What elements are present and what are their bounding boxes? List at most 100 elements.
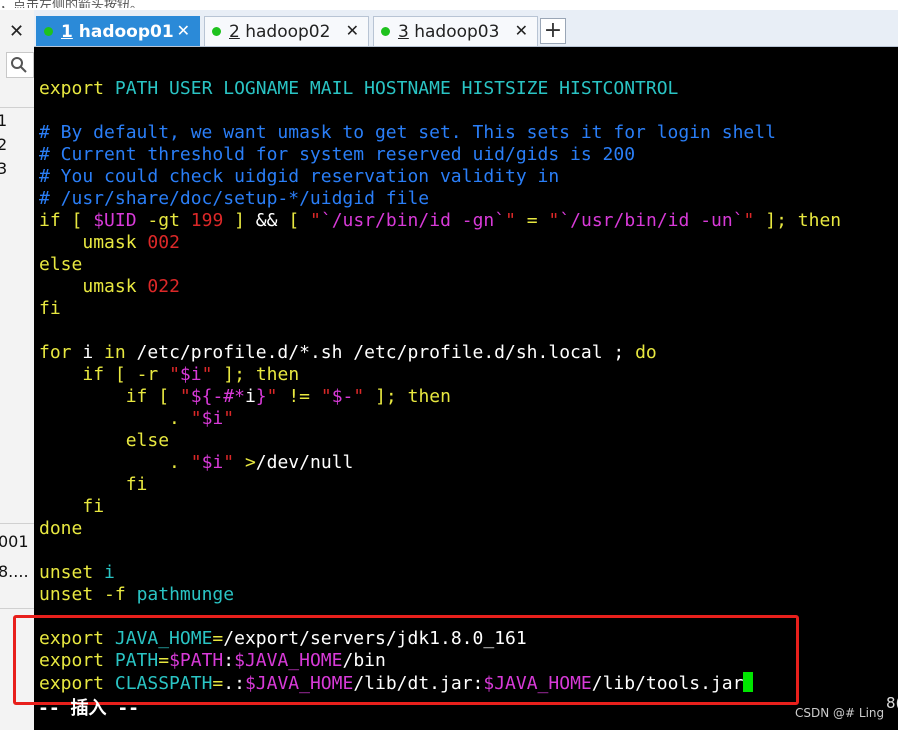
sidebar-session-item[interactable]: 001 [0, 532, 29, 551]
tab-hadoop01[interactable]: 1 hadoop01 ✕ [36, 16, 200, 46]
connected-status-icon [44, 27, 53, 36]
terminal-token: " [179, 386, 191, 407]
close-tab-icon[interactable]: ✕ [177, 21, 190, 40]
terminal-token: $- [331, 386, 354, 407]
terminal-token: $i [201, 452, 224, 473]
terminal-token: && [244, 210, 289, 231]
terminal-line: if [ -r "$i" ]; then [39, 364, 841, 386]
terminal-token: /etc/profile.d/*.sh /etc/profile.d/sh.lo… [125, 342, 636, 363]
search-button[interactable] [6, 52, 34, 78]
sidebar-session-item[interactable]: 8.... [0, 562, 29, 581]
terminal-line: unset i [39, 562, 841, 584]
terminal-token: [ [288, 210, 300, 231]
terminal-token: then [255, 364, 300, 385]
sidebar-divider [0, 523, 34, 524]
tab-label: 2 hadoop02 [229, 22, 331, 42]
terminal-token: unset [39, 562, 94, 583]
sidebar-divider [0, 608, 34, 609]
terminal-token: unset [39, 584, 94, 605]
terminal-token: /dev/null [255, 452, 354, 473]
terminal-token: fi [39, 298, 61, 319]
search-icon [11, 57, 27, 73]
terminal-token: [ -r [114, 364, 170, 385]
terminal-token: i [244, 386, 256, 407]
terminal-line: for i in /etc/profile.d/*.sh /etc/profil… [39, 342, 841, 364]
session-tab-bar: 1 hadoop01 ✕ 2 hadoop02 ✕ 3 hadoop03 ✕ + [34, 10, 898, 47]
terminal-token: " [190, 452, 202, 473]
tab-label: 1 hadoop01 [61, 22, 174, 42]
terminal-token: ${-#* [190, 386, 245, 407]
watermark: CSDN @# Ling [795, 706, 885, 720]
terminal-line: if [ $UID -gt 199 ] && [ "`/usr/bin/id -… [39, 210, 841, 232]
terminal-token: . [169, 408, 180, 429]
terminal-line: . "$i" [39, 408, 841, 430]
terminal-token: " [266, 386, 278, 407]
terminal-token: " [190, 408, 202, 429]
terminal-token: " [743, 210, 755, 231]
terminal-token: then [407, 386, 451, 407]
sidebar-item-number[interactable]: 2 [0, 135, 7, 154]
close-icon[interactable]: ✕ [9, 21, 24, 42]
terminal-token: i [71, 342, 105, 363]
terminal-token: " [169, 364, 180, 385]
terminal-token: ]; [765, 210, 787, 231]
terminal-line: fi [39, 496, 841, 518]
sidebar-item-number[interactable]: 3 [0, 159, 7, 178]
terminal-token: = [526, 210, 538, 231]
terminal-token: do [635, 342, 657, 363]
terminal-token: for [39, 342, 72, 363]
terminal-token: $UID [93, 210, 137, 231]
sidebar-item-number[interactable]: 1 [0, 111, 7, 130]
terminal-line: fi [39, 474, 841, 496]
terminal-token: " [548, 210, 560, 231]
terminal-token: then [797, 210, 842, 231]
terminal-line: umask 002 [39, 232, 841, 254]
terminal-token: umask [82, 232, 137, 253]
status-number: 8( [886, 694, 898, 712]
terminal-token: export [39, 78, 105, 99]
close-tab-icon[interactable]: ✕ [515, 21, 528, 40]
terminal-token: ]; [212, 364, 245, 385]
terminal-token: else [39, 254, 83, 275]
terminal-line: # By default, we want umask to get set. … [39, 122, 841, 144]
terminal-line: done [39, 518, 841, 540]
terminal-token: fi [82, 496, 105, 517]
terminal-token: " [223, 452, 235, 473]
close-tab-icon[interactable]: ✕ [346, 21, 359, 40]
add-tab-button[interactable]: + [540, 18, 566, 44]
terminal-token: " [353, 386, 365, 407]
terminal-token: # You could check uidgid reservation val… [39, 166, 560, 187]
terminal-token: if [39, 210, 61, 231]
tab-hadoop03[interactable]: 3 hadoop03 ✕ [373, 16, 538, 46]
tab-hadoop02[interactable]: 2 hadoop02 ✕ [204, 16, 369, 46]
terminal-line: # You could check uidgid reservation val… [39, 166, 841, 188]
connected-status-icon [381, 27, 390, 36]
terminal-token: $i [201, 408, 224, 429]
sidebar-divider [0, 107, 34, 108]
terminal-token: . [169, 452, 180, 473]
terminal-token: umask [82, 276, 137, 297]
terminal-token: 022 [147, 276, 180, 297]
terminal-text: export PATH USER LOGNAME MAIL HOSTNAME H… [39, 78, 841, 694]
terminal-token: fi [125, 474, 148, 495]
terminal-token: if [125, 386, 148, 407]
